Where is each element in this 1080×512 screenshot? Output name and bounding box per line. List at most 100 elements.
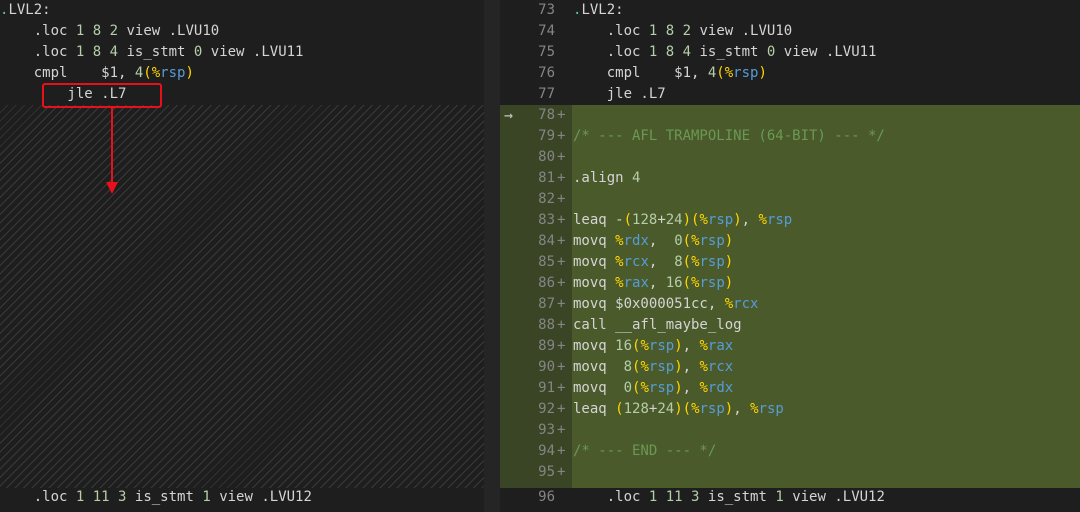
line-number: 79 — [538, 128, 555, 144]
code-text: leaq -(128+24)(%rsp), %rsp — [573, 212, 793, 228]
line-number: 78 — [538, 107, 555, 123]
added-marker: + — [557, 464, 566, 480]
removed-area-hatching — [0, 105, 484, 488]
code-text: movq 0(%rsp), %rdx — [573, 380, 734, 396]
code-text: .loc 1 11 3 is_stmt 1 view .LVU12 — [0, 489, 312, 505]
added-line: 89 + movq 16(%rsp), %rax — [500, 336, 1080, 357]
added-line: 84 + movq %rdx, 0(%rsp) — [500, 231, 1080, 252]
added-marker: + — [557, 212, 566, 228]
added-line: 90 + movq 8(%rsp), %rcx — [500, 357, 1080, 378]
code-text: .loc 1 11 3 is_stmt 1 view .LVU12 — [573, 489, 885, 505]
code-text: movq 16(%rsp), %rax — [573, 338, 734, 354]
line-number: 90 — [538, 359, 555, 375]
code-text: movq $0x000051cc, %rcx — [573, 296, 759, 312]
code-text: movq 8(%rsp), %rcx — [573, 359, 734, 375]
code-text: leaq (128+24)(%rsp), %rsp — [573, 401, 784, 417]
line-number: 86 — [538, 275, 555, 291]
added-marker: + — [557, 422, 566, 438]
added-line: 85 + movq %rcx, 8(%rsp) — [500, 252, 1080, 273]
code-text: .loc 1 8 4 is_stmt 0 view .LVU11 — [573, 44, 877, 60]
red-down-arrow-icon — [106, 108, 118, 194]
added-line: 83 + leaq -(128+24)(%rsp), %rsp — [500, 210, 1080, 231]
line-number: 74 — [538, 23, 555, 39]
code-line: .loc 1 8 4 is_stmt 0 view .LVU11 — [0, 42, 484, 63]
line-number: 76 — [538, 65, 555, 81]
line-number: 82 — [538, 191, 555, 207]
line-number: 87 — [538, 296, 555, 312]
left-diff-pane[interactable]: .LVL2: .loc 1 8 2 view .LVU10 .loc 1 8 4… — [0, 0, 484, 512]
code-line: 76 cmpl $1, 4(%rsp) — [500, 63, 1080, 84]
right-diff-pane[interactable]: → 73 .LVL2: 74 .loc 1 8 2 view .LVU10 75 .l… — [500, 0, 1080, 512]
line-number: 91 — [538, 380, 555, 396]
added-marker: + — [557, 317, 566, 333]
line-number: 83 — [538, 212, 555, 228]
code-line: 73 .LVL2: — [500, 0, 1080, 21]
line-number: 84 — [538, 233, 555, 249]
added-marker: + — [557, 149, 566, 165]
code-line: .LVL2: — [0, 0, 484, 21]
code-text: movq %rcx, 8(%rsp) — [573, 254, 734, 270]
added-marker: + — [557, 359, 566, 375]
added-line: 93 + — [500, 420, 1080, 441]
code-text: .loc 1 8 2 view .LVU10 — [573, 23, 793, 39]
code-line: 77 jle .L7 — [500, 84, 1080, 105]
added-line: 80 + — [500, 147, 1080, 168]
line-number: 73 — [538, 2, 555, 18]
code-text: .loc 1 8 2 view .LVU10 — [0, 23, 220, 39]
added-line: 82 + — [500, 189, 1080, 210]
line-number: 95 — [538, 464, 555, 480]
code-line: 75 .loc 1 8 4 is_stmt 0 view .LVU11 — [500, 42, 1080, 63]
added-marker: + — [557, 443, 566, 459]
added-marker: + — [557, 380, 566, 396]
diff-divider[interactable] — [484, 0, 500, 512]
added-line: 95 + — [500, 462, 1080, 483]
code-text: .LVL2: — [573, 2, 624, 18]
code-text: .loc 1 8 4 is_stmt 0 view .LVU11 — [0, 44, 304, 60]
added-marker: + — [557, 254, 566, 270]
line-number: 89 — [538, 338, 555, 354]
code-text: /* --- END --- */ — [573, 443, 717, 459]
code-text: .LVL2: — [0, 2, 51, 18]
code-line: .loc 1 8 2 view .LVU10 — [0, 21, 484, 42]
line-number: 81 — [538, 170, 555, 186]
added-marker: + — [557, 338, 566, 354]
jle-highlight-box — [42, 83, 162, 108]
added-marker: + — [557, 296, 566, 312]
code-text: .align 4 — [573, 170, 641, 186]
code-line: 96 .loc 1 11 3 is_stmt 1 view .LVU12 — [500, 487, 1080, 508]
added-marker: + — [557, 128, 566, 144]
added-marker: + — [557, 401, 566, 417]
added-line: 94 + /* --- END --- */ — [500, 441, 1080, 462]
added-marker: + — [557, 170, 566, 186]
code-text: cmpl $1, 4(%rsp) — [0, 65, 194, 81]
added-line: 87 + movq $0x000051cc, %rcx — [500, 294, 1080, 315]
line-number: 85 — [538, 254, 555, 270]
line-number: 88 — [538, 317, 555, 333]
code-line: 74 .loc 1 8 2 view .LVU10 — [500, 21, 1080, 42]
line-number: 75 — [538, 44, 555, 60]
added-line: 91 + movq 0(%rsp), %rdx — [500, 378, 1080, 399]
line-number: 94 — [538, 443, 555, 459]
code-text: jle .L7 — [573, 86, 666, 102]
code-text: movq %rdx, 0(%rsp) — [573, 233, 734, 249]
added-marker: + — [557, 233, 566, 249]
line-number: 96 — [538, 489, 555, 505]
added-line: 81 + .align 4 — [500, 168, 1080, 189]
code-text: movq %rax, 16(%rsp) — [573, 275, 734, 291]
code-line: .loc 1 11 3 is_stmt 1 view .LVU12 — [0, 487, 484, 508]
added-line: 86 + movq %rax, 16(%rsp) — [500, 273, 1080, 294]
line-number: 77 — [538, 86, 555, 102]
code-text: call __afl_maybe_log — [573, 317, 742, 333]
added-line: 92 + leaq (128+24)(%rsp), %rsp — [500, 399, 1080, 420]
added-marker: + — [557, 275, 566, 291]
added-marker: + — [557, 107, 566, 123]
added-marker: + — [557, 191, 566, 207]
code-line: cmpl $1, 4(%rsp) — [0, 63, 484, 84]
added-line: 88 + call __afl_maybe_log — [500, 315, 1080, 336]
added-line: 78 + — [500, 105, 1080, 126]
code-text: /* --- AFL TRAMPOLINE (64-BIT) --- */ — [573, 128, 885, 144]
code-text: cmpl $1, 4(%rsp) — [573, 65, 767, 81]
added-line: 79 + /* --- AFL TRAMPOLINE (64-BIT) --- */ — [500, 126, 1080, 147]
line-number: 80 — [538, 149, 555, 165]
line-number: 92 — [538, 401, 555, 417]
